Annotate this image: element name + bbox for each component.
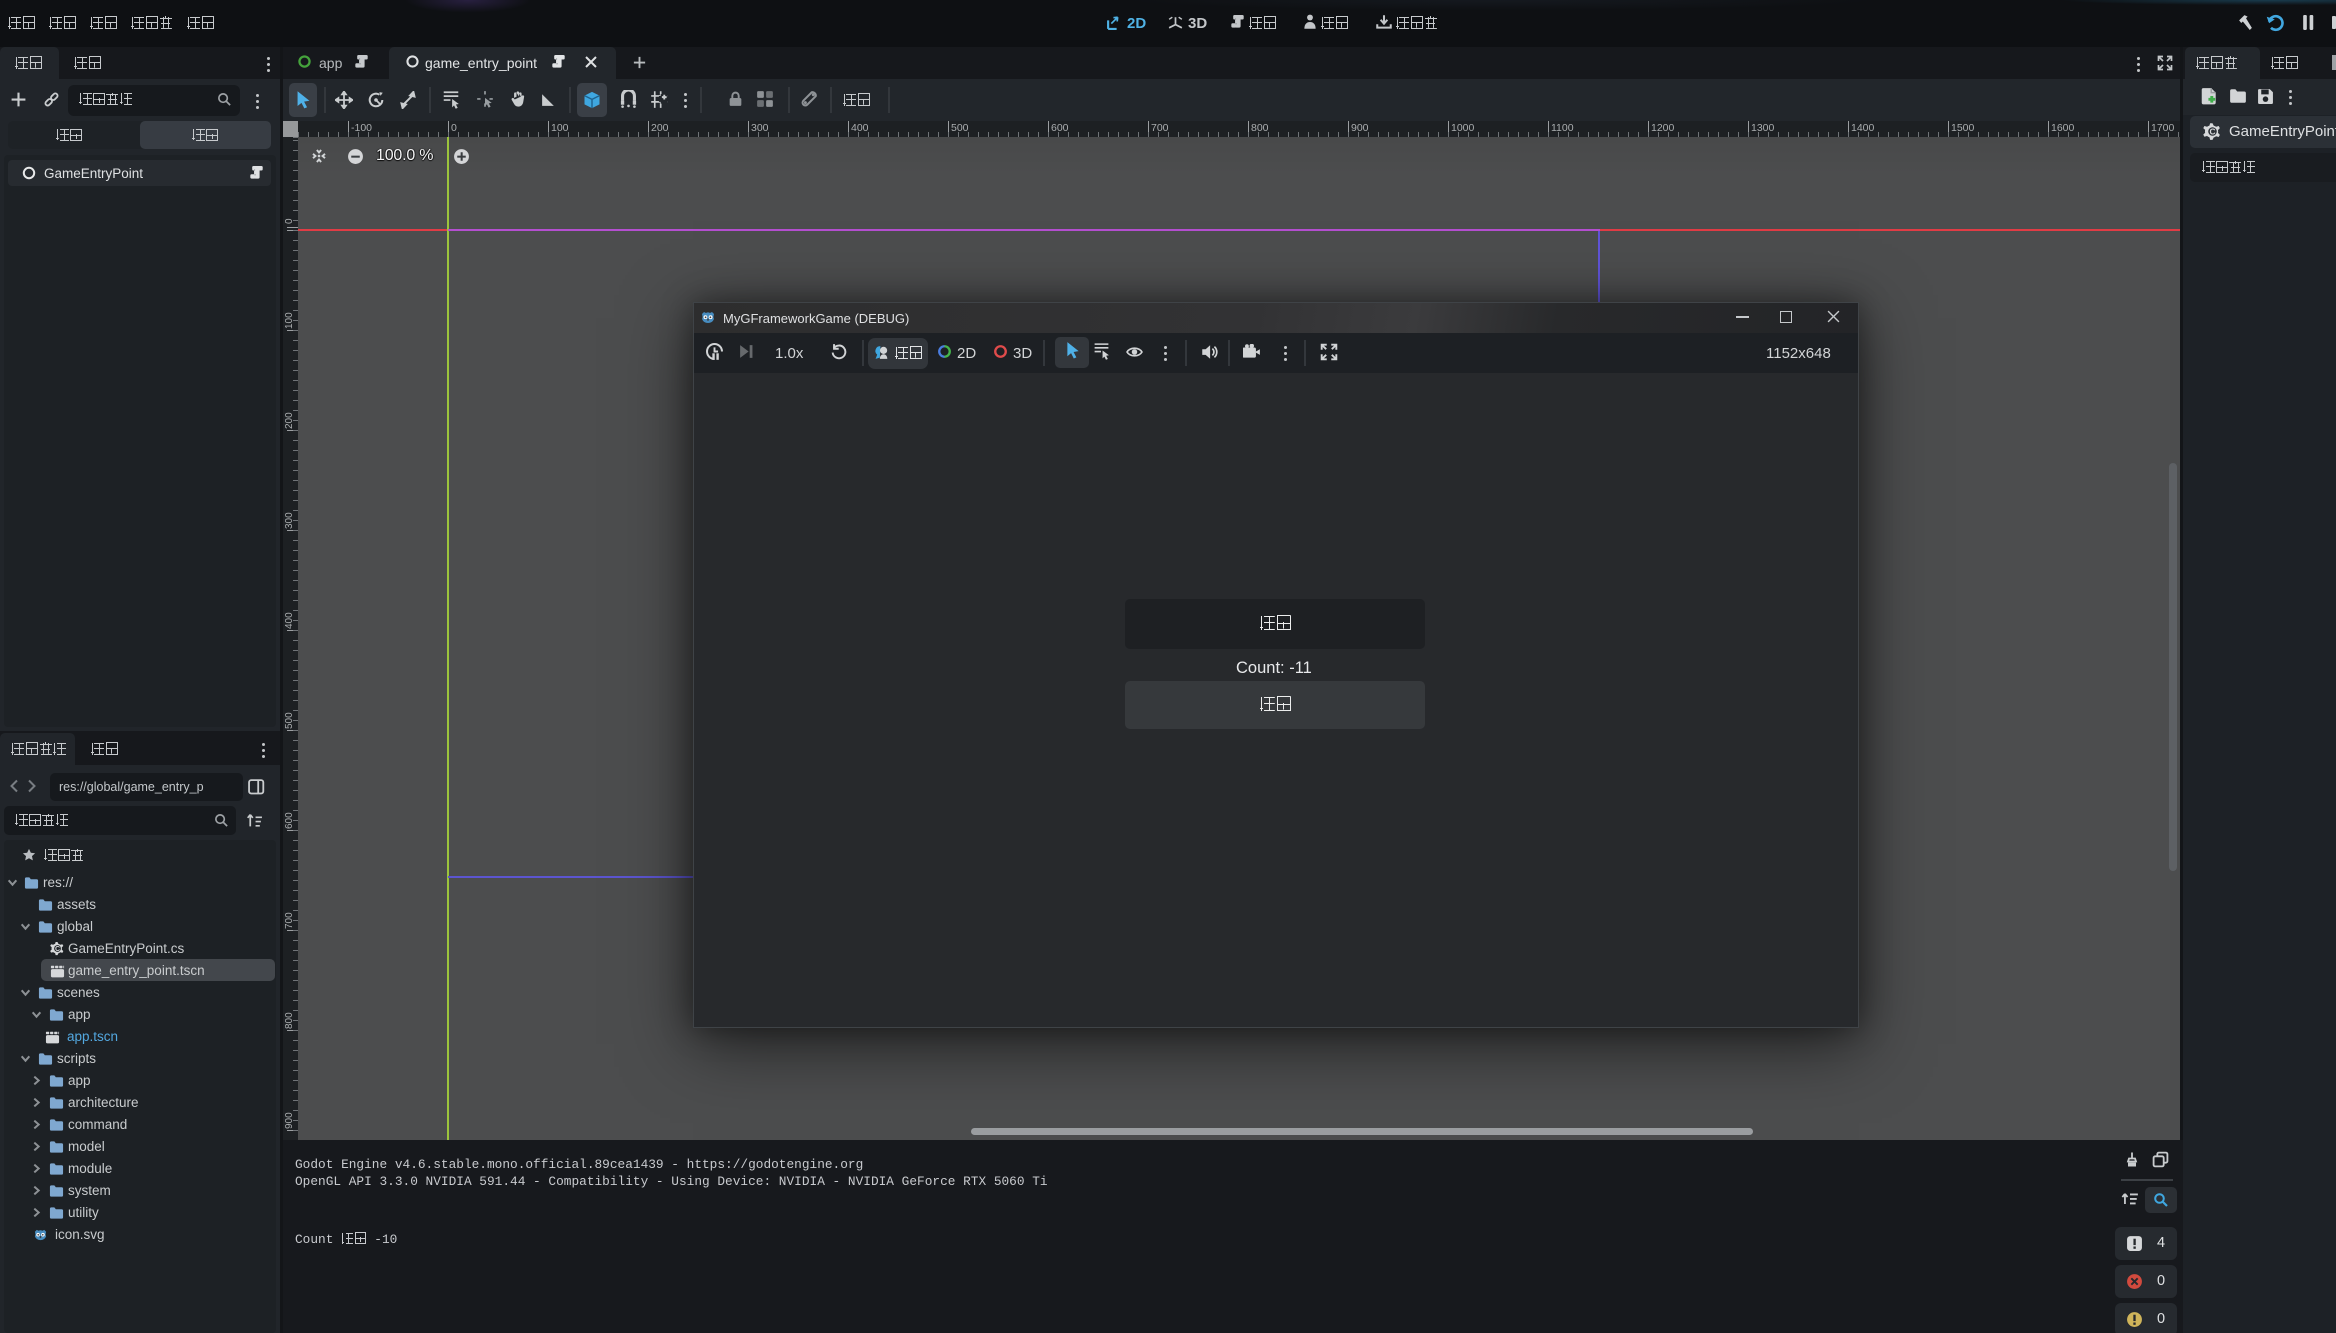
- svg-text:C: C: [2210, 127, 2216, 137]
- svg-text:C: C: [55, 946, 60, 953]
